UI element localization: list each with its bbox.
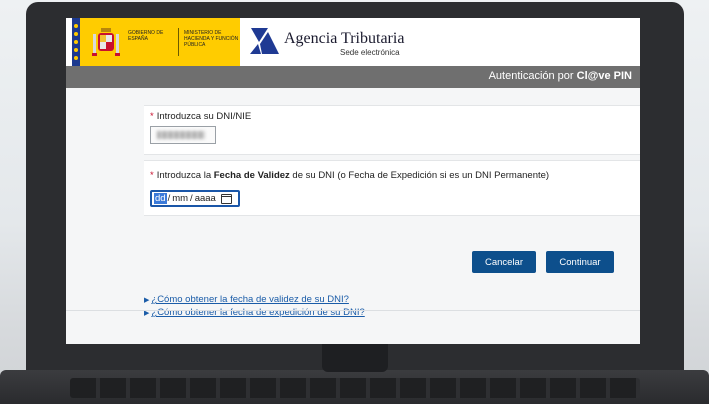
required-mark: * xyxy=(150,170,154,181)
agency-name[interactable]: Agencia Tributaria xyxy=(284,30,404,48)
date-day-segment[interactable]: dd xyxy=(154,193,167,204)
cancel-button[interactable]: Cancelar xyxy=(472,251,536,273)
date-field-panel: * Introduzca la Fecha de Validez de su DN… xyxy=(144,160,640,216)
government-logo: GOBIERNO DE ESPAÑA MINISTERIO DE HACIEND… xyxy=(72,18,240,66)
coat-of-arms-icon xyxy=(92,28,120,56)
date-label-prefix: Introduzca la xyxy=(156,170,214,181)
agency-subtitle: Sede electrónica xyxy=(340,48,400,57)
site-header: GOBIERNO DE ESPAÑA MINISTERIO DE HACIEND… xyxy=(66,18,640,66)
dni-label-text: Introduzca su DNI/NIE xyxy=(156,111,252,122)
help-link-expedition-text[interactable]: ¿Cómo obtener la fecha de expedición de … xyxy=(151,307,364,318)
triangle-right-icon: ▶ xyxy=(144,297,150,304)
ministry-name: MINISTERIO DE HACIENDA Y FUNCIÓN PÚBLICA xyxy=(184,30,239,48)
agencia-tributaria-icon xyxy=(250,28,279,54)
keyboard xyxy=(70,378,640,398)
help-link-validity-text[interactable]: ¿Cómo obtener la fecha de validez de su … xyxy=(151,294,349,305)
footer-divider xyxy=(66,310,640,311)
eu-flag-strip xyxy=(72,18,80,66)
main-content: * Introduzca su DNI/NIE * Introduzca la Fe… xyxy=(66,88,640,344)
required-mark: * xyxy=(150,111,154,122)
redacted-dni-value xyxy=(157,131,205,139)
continue-button[interactable]: Continuar xyxy=(546,251,614,273)
laptop-hinge xyxy=(322,344,388,372)
help-link-validity[interactable]: ▶ ¿Cómo obtener la fecha de validez de su… xyxy=(144,294,349,305)
date-label-suffix: de su DNI (o Fecha de Expedición si es u… xyxy=(289,170,550,181)
auth-title-prefix: Autenticación por xyxy=(488,70,577,82)
date-year-segment[interactable]: aaaa xyxy=(194,193,217,204)
auth-title: Autenticación por Cl@ve PIN xyxy=(489,70,632,82)
date-label-bold: Fecha de Validez xyxy=(213,170,290,181)
dni-input[interactable] xyxy=(150,126,216,144)
government-name: GOBIERNO DE ESPAÑA xyxy=(128,30,164,42)
authentication-bar: Autenticación por Cl@ve PIN xyxy=(66,66,640,88)
dni-field-panel: * Introduzca su DNI/NIE xyxy=(144,105,640,155)
date-label: * Introduzca la Fecha de Validez de su DN… xyxy=(150,170,549,181)
auth-title-brand: Cl@ve PIN xyxy=(576,70,632,82)
validity-date-input[interactable]: dd / mm / aaaa xyxy=(150,190,240,207)
calendar-icon[interactable] xyxy=(220,193,232,204)
browser-screen: GOBIERNO DE ESPAÑA MINISTERIO DE HACIEND… xyxy=(66,18,640,344)
date-month-segment[interactable]: mm xyxy=(171,193,189,204)
help-link-expedition[interactable]: ▶ ¿Cómo obtener la fecha de expedición de… xyxy=(144,307,365,318)
dni-label: * Introduzca su DNI/NIE xyxy=(150,111,251,122)
